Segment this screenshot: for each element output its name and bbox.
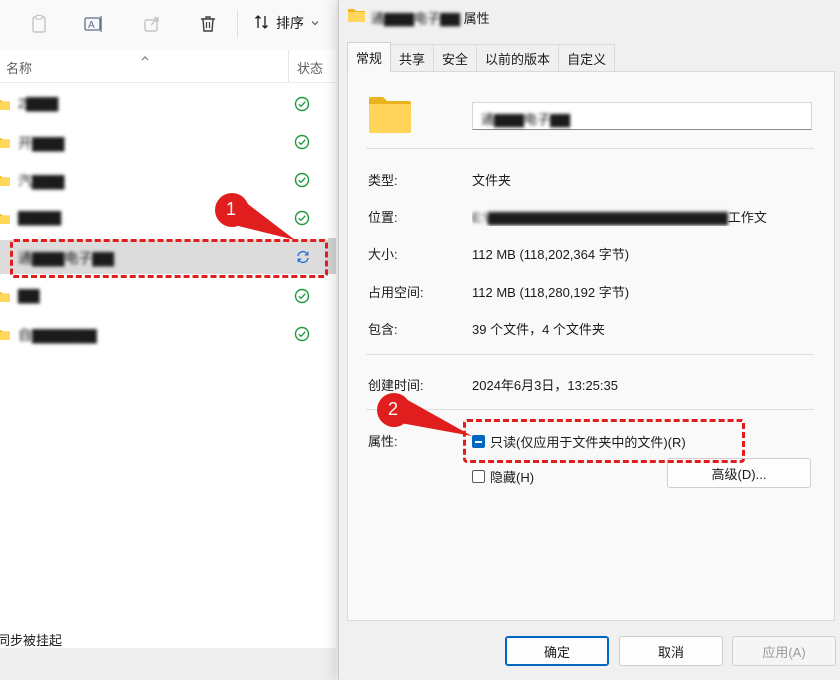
callout-number-1: 1 (226, 199, 237, 219)
callout-overlay (215, 193, 472, 436)
tab-general[interactable]: 常规 (347, 42, 392, 72)
callout-number-2: 2 (388, 399, 399, 419)
